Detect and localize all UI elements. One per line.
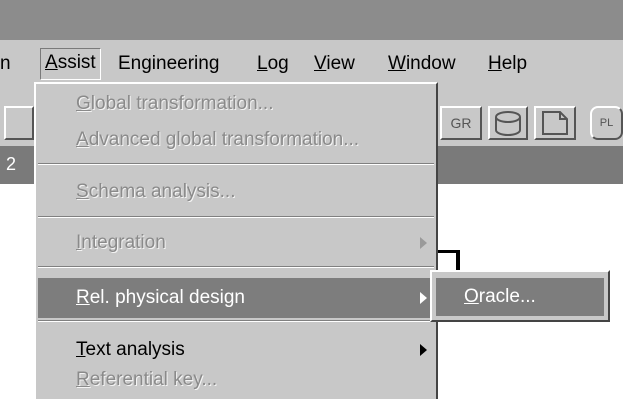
menu-separator — [38, 320, 434, 322]
menu-item-integration[interactable]: Integration — [76, 229, 166, 257]
chevron-right-icon — [420, 292, 427, 304]
menu-item-global-transformation[interactable]: Global transformation... — [76, 90, 273, 118]
menu-window[interactable]: Window — [388, 50, 456, 78]
submenu-item-oracle[interactable]: Oracle... — [464, 283, 536, 311]
title-bar — [0, 0, 623, 40]
menu-assist[interactable]: Assist — [40, 48, 101, 80]
menu-log[interactable]: Log — [257, 50, 289, 78]
toolbar-round-button[interactable] — [4, 106, 34, 140]
toolbar-document-button[interactable] — [534, 106, 576, 140]
menu-separator — [38, 163, 434, 165]
document-tab-label: 2 — [6, 154, 17, 174]
toolbar-database-button[interactable] — [488, 106, 528, 140]
menu-item-rel-physical-design[interactable]: Rel. physical design — [76, 284, 245, 312]
toolbar-pl-button[interactable]: PL — [590, 106, 623, 140]
chevron-right-icon — [420, 344, 427, 356]
menu-item-text-analysis[interactable]: Text analysis — [76, 336, 185, 364]
menu-engineering[interactable]: Engineering — [118, 50, 219, 78]
menu-separator — [38, 216, 434, 218]
menu-item-schema-analysis[interactable]: Schema analysis... — [76, 178, 235, 206]
menu-separator — [38, 266, 434, 268]
chevron-right-icon — [420, 237, 427, 249]
database-icon — [495, 111, 521, 136]
toolbar-gr-button[interactable]: GR — [440, 106, 482, 140]
document-icon — [542, 111, 568, 135]
menu-item-referential-key[interactable]: Referential key... — [76, 366, 217, 394]
menu-help[interactable]: Help — [488, 50, 527, 78]
menu-partial-item[interactable]: n — [0, 50, 11, 78]
menu-item-advanced-global-transformation[interactable]: Advanced global transformation... — [76, 126, 359, 154]
menu-view[interactable]: View — [314, 50, 355, 78]
